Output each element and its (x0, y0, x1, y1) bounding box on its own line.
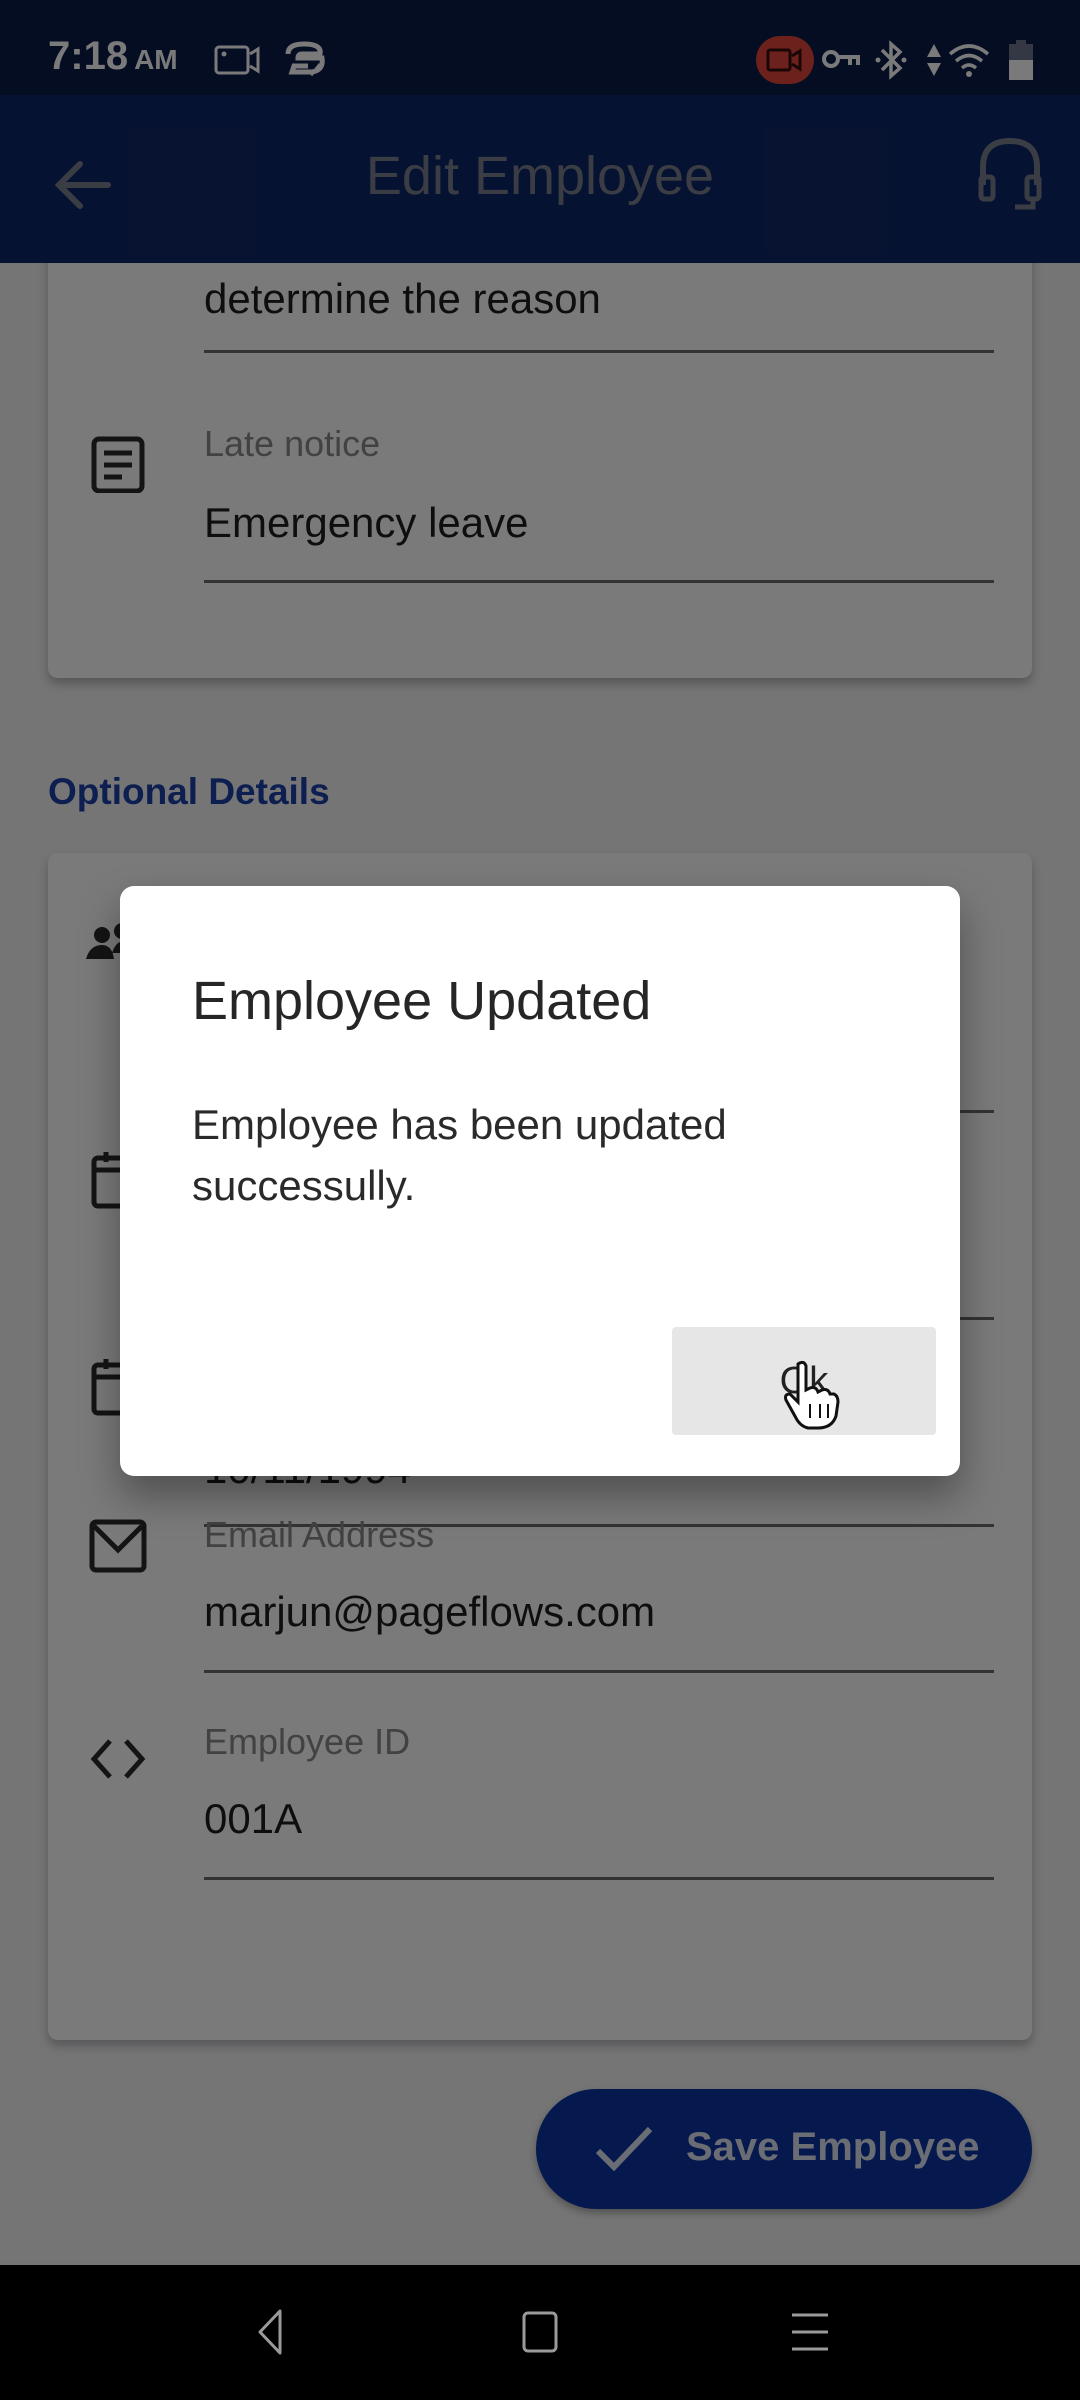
dialog-message: Employee has been updated successully. (192, 1101, 727, 1209)
system-nav-bar (0, 2265, 1080, 2400)
back-triangle-icon[interactable] (240, 2307, 300, 2357)
hand-pointer-cursor-icon (784, 1360, 840, 1430)
recents-menu-icon[interactable] (780, 2307, 840, 2357)
home-square-icon[interactable] (510, 2307, 570, 2357)
dialog-title: Employee Updated (192, 971, 652, 1031)
